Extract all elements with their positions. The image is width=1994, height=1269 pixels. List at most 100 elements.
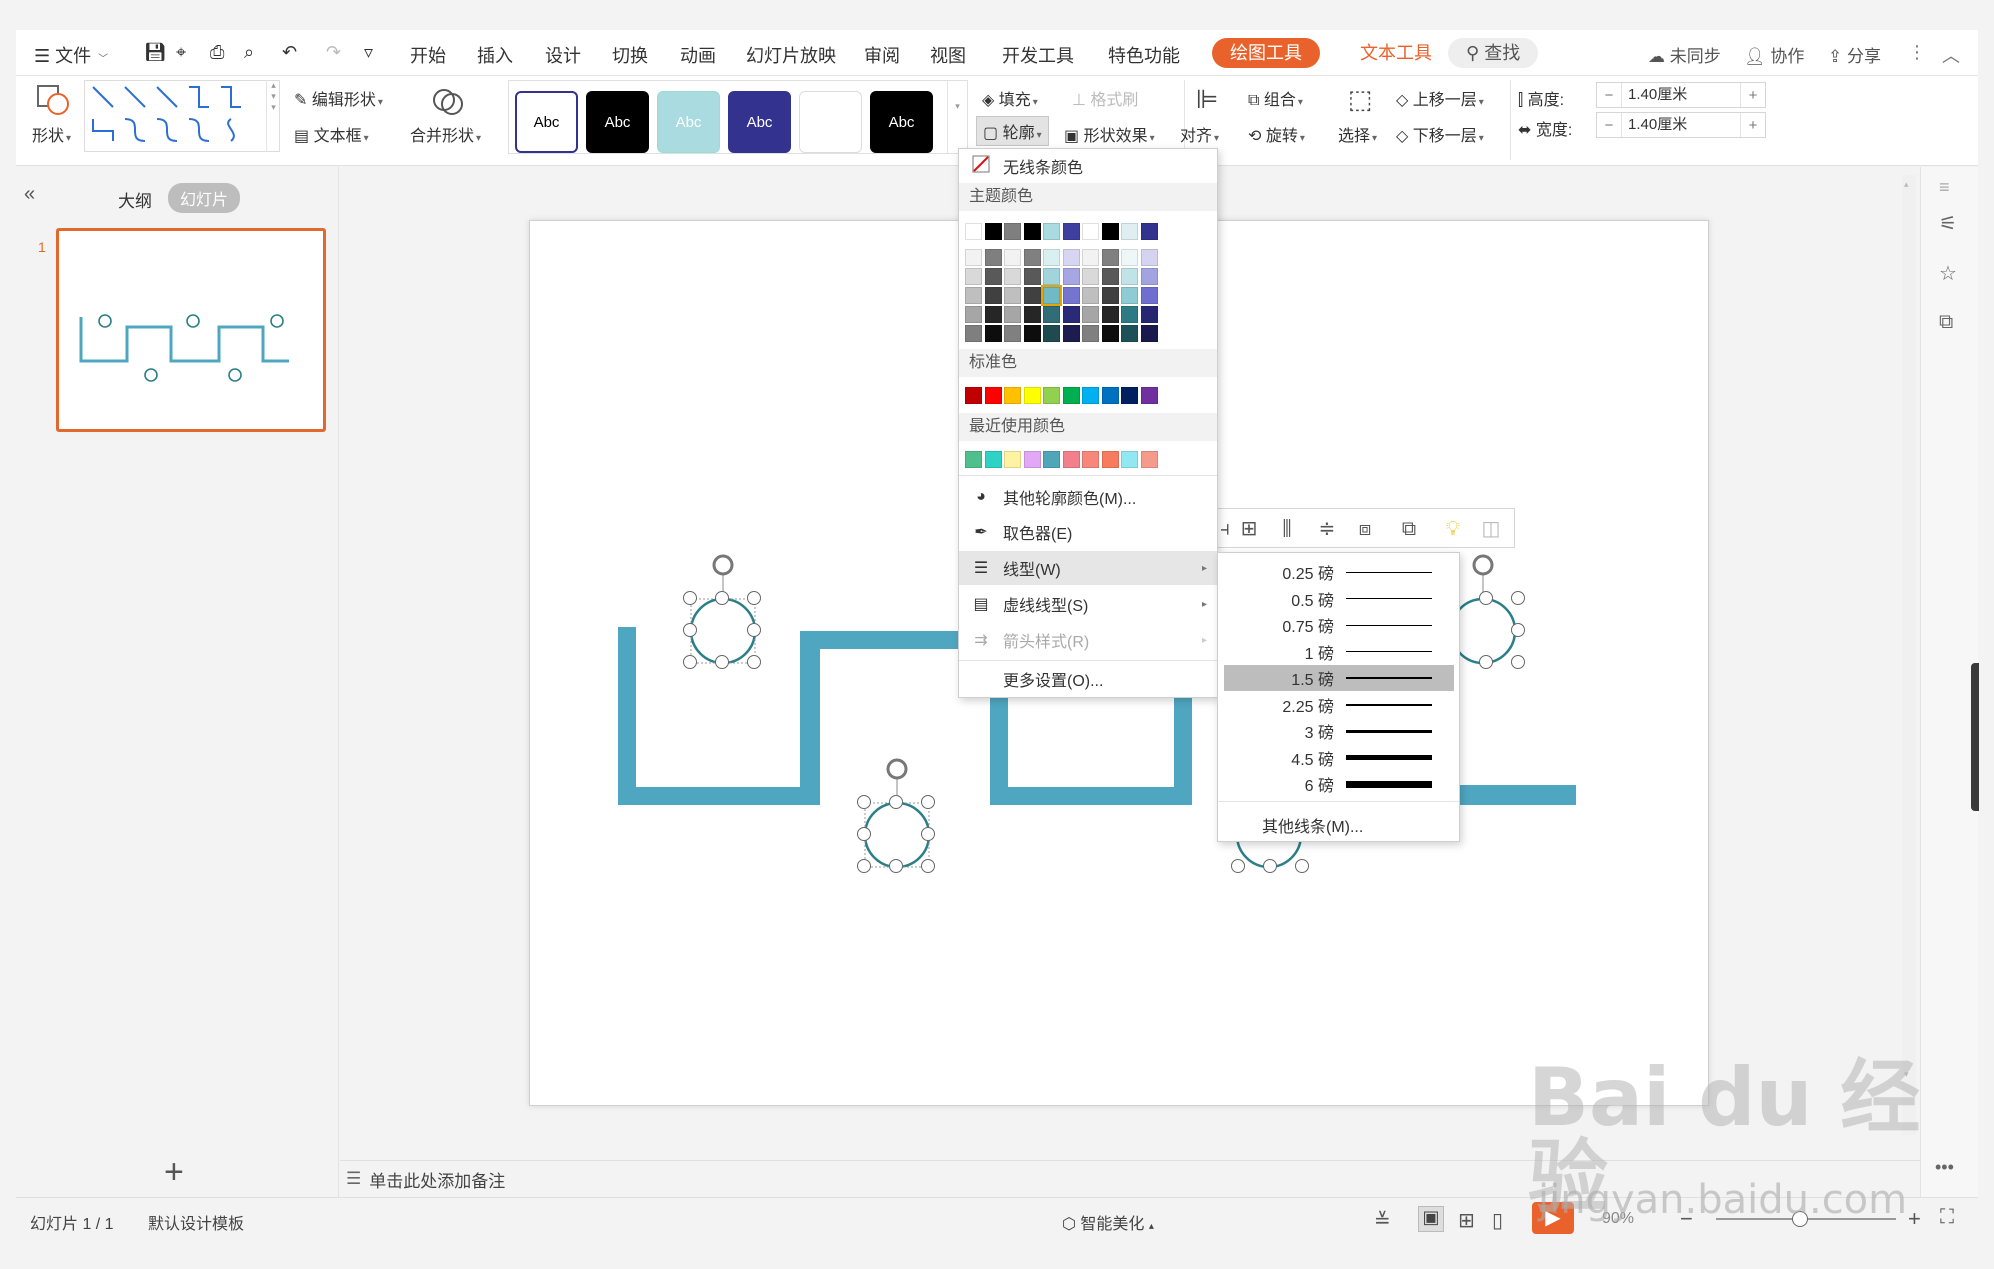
- standard-color-swatch[interactable]: [1121, 387, 1138, 404]
- style-preset-3[interactable]: Abc: [657, 91, 720, 153]
- standard-color-swatch[interactable]: [1140, 387, 1158, 404]
- tab-special[interactable]: 特色功能: [1108, 42, 1180, 68]
- theme-shade-swatch[interactable]: [965, 325, 982, 342]
- theme-shade-swatch[interactable]: [1062, 325, 1080, 342]
- tab-outline[interactable]: 大纲: [118, 187, 152, 212]
- bring-forward-button[interactable]: ◇ 上移一层 ▾: [1396, 86, 1484, 110]
- format-painter-button[interactable]: ⊥ 格式刷: [1072, 86, 1138, 110]
- theme-shade-swatch[interactable]: [1121, 268, 1138, 285]
- split-icon[interactable]: ◫: [1479, 517, 1503, 541]
- theme-shade-swatch[interactable]: [1082, 306, 1099, 323]
- resize-handle[interactable]: [857, 859, 871, 873]
- resize-handle[interactable]: [921, 827, 935, 841]
- theme-shade-swatch[interactable]: [1004, 287, 1021, 304]
- line-weight-option[interactable]: 0.25 磅: [1224, 559, 1454, 585]
- theme-color-swatch[interactable]: [1043, 223, 1060, 240]
- resize-handle[interactable]: [857, 795, 871, 809]
- tab-developer[interactable]: 开发工具: [1002, 42, 1074, 68]
- theme-shade-swatch[interactable]: [1041, 285, 1062, 306]
- theme-shade-swatch[interactable]: [1062, 306, 1080, 323]
- theme-color-swatch[interactable]: [1062, 223, 1080, 240]
- standard-color-swatch[interactable]: [1101, 387, 1119, 404]
- theme-shade-swatch[interactable]: [1043, 249, 1060, 266]
- theme-shade-swatch[interactable]: [1101, 306, 1119, 323]
- theme-shade-swatch[interactable]: [984, 306, 1002, 323]
- animation-star-icon[interactable]: ☆: [1939, 261, 1957, 286]
- smart-beautify-button[interactable]: ⬡ 智能美化 ▴: [1062, 1210, 1154, 1234]
- eyedropper-item[interactable]: ✒ 取色器(E): [959, 515, 1217, 549]
- add-slide-icon[interactable]: +: [164, 1155, 184, 1189]
- theme-shade-swatch[interactable]: [1023, 268, 1041, 285]
- standard-color-swatch[interactable]: [984, 387, 1002, 404]
- resize-handle[interactable]: [747, 591, 761, 605]
- tab-transition[interactable]: 切换: [612, 42, 648, 68]
- theme-shade-swatch[interactable]: [965, 249, 982, 266]
- line-weight-option[interactable]: 1.5 磅: [1224, 665, 1454, 691]
- theme-shade-swatch[interactable]: [1101, 268, 1119, 285]
- reading-view-icon[interactable]: ▯: [1492, 1208, 1503, 1233]
- resize-handle[interactable]: [747, 623, 761, 637]
- select-cursor-icon[interactable]: ⬚: [1342, 84, 1378, 120]
- resize-handle[interactable]: [857, 827, 871, 841]
- line-type-item[interactable]: ☰ 线型(W) ▸: [959, 551, 1217, 585]
- lightbulb-icon[interactable]: 💡︎: [1441, 517, 1465, 541]
- width-field[interactable]: − 1.40厘米 +: [1596, 112, 1766, 138]
- line-weight-option[interactable]: 6 磅: [1224, 771, 1454, 797]
- collab-button[interactable]: 👤︎ 协作: [1744, 42, 1804, 67]
- recent-color-swatch[interactable]: [1023, 451, 1041, 468]
- more-options-icon[interactable]: ⋮: [1908, 42, 1926, 63]
- theme-shade-swatch[interactable]: [984, 325, 1002, 342]
- tab-home[interactable]: 开始: [410, 42, 446, 68]
- standard-color-swatch[interactable]: [1004, 387, 1021, 404]
- line-weight-option[interactable]: 1 磅: [1224, 639, 1454, 665]
- outline-button[interactable]: ▢ 轮廓 ▾: [976, 116, 1049, 146]
- theme-shade-swatch[interactable]: [1101, 287, 1119, 304]
- slide-sorter-icon[interactable]: ⊞: [1458, 1208, 1475, 1233]
- resize-handle[interactable]: [1511, 655, 1525, 669]
- style-preset-2[interactable]: Abc: [586, 91, 649, 153]
- theme-color-swatch[interactable]: [965, 223, 982, 240]
- step-segment-left[interactable]: [618, 627, 960, 805]
- theme-shade-swatch[interactable]: [1101, 249, 1119, 266]
- shape-effect-button[interactable]: ▣ 形状效果 ▾: [1064, 122, 1155, 146]
- theme-shade-swatch[interactable]: [984, 287, 1002, 304]
- resize-handle[interactable]: [921, 795, 935, 809]
- print-icon[interactable]: ⎙: [210, 42, 224, 63]
- slide-thumbnail[interactable]: [56, 228, 326, 432]
- tab-text-tools[interactable]: 文本工具: [1342, 38, 1450, 68]
- style-preset-4[interactable]: Abc: [728, 91, 791, 153]
- more-settings-item[interactable]: 更多设置(O)...: [959, 662, 1217, 696]
- textbox-button[interactable]: ▤ 文本框 ▾: [294, 122, 369, 146]
- theme-shade-swatch[interactable]: [1023, 249, 1041, 266]
- vertical-scrollbar[interactable]: ▴ ▾: [1902, 175, 1916, 1135]
- save-icon[interactable]: 💾︎: [144, 42, 167, 63]
- theme-shade-swatch[interactable]: [1062, 287, 1080, 304]
- slide-switch-icon[interactable]: ⧉: [1939, 311, 1953, 334]
- height-decrement-button[interactable]: −: [1597, 87, 1621, 104]
- crop-icon[interactable]: ⧈: [1353, 517, 1377, 541]
- sync-status[interactable]: ☁ 未同步: [1648, 42, 1721, 67]
- tab-design[interactable]: 设计: [545, 42, 581, 68]
- height-field[interactable]: − 1.40厘米 +: [1596, 82, 1766, 108]
- resize-handle[interactable]: [1263, 859, 1277, 873]
- resize-handle[interactable]: [1511, 623, 1525, 637]
- merge-shape-button[interactable]: 合并形状 ▾: [410, 122, 481, 146]
- theme-shade-swatch[interactable]: [1140, 325, 1158, 342]
- resize-handle[interactable]: [715, 591, 729, 605]
- theme-shade-swatch[interactable]: [1082, 287, 1099, 304]
- theme-shade-swatch[interactable]: [965, 306, 982, 323]
- selected-circle-3[interactable]: [1449, 554, 1517, 665]
- select-button[interactable]: 选择 ▾: [1338, 122, 1377, 146]
- theme-shade-swatch[interactable]: [1004, 268, 1021, 285]
- theme-shade-swatch[interactable]: [1062, 268, 1080, 285]
- arrow-style-item[interactable]: ⇉ 箭头样式(R) ▸: [959, 623, 1217, 657]
- theme-color-swatch[interactable]: [984, 223, 1002, 240]
- theme-shade-swatch[interactable]: [1140, 268, 1158, 285]
- height-increment-button[interactable]: +: [1741, 87, 1765, 104]
- align-center-icon[interactable]: ⊞: [1237, 517, 1261, 541]
- resize-handle[interactable]: [921, 859, 935, 873]
- dash-type-item[interactable]: ▤ 虚线线型(S) ▸: [959, 587, 1217, 621]
- recent-color-swatch[interactable]: [965, 451, 982, 468]
- more-outline-colors-item[interactable]: ◕ 其他轮廓颜色(M)...: [959, 480, 1217, 514]
- resize-handle[interactable]: [1295, 859, 1309, 873]
